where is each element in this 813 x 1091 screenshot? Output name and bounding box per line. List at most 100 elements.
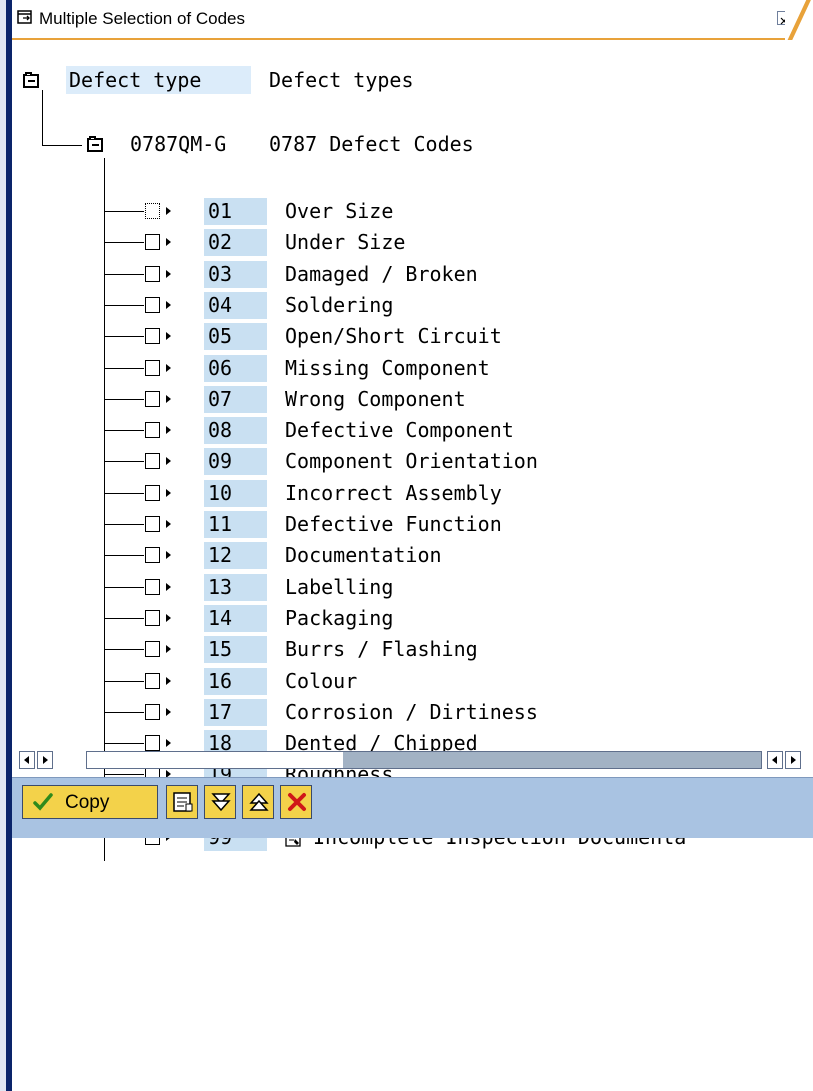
- tree-row[interactable]: 03 Damaged / Broken: [12, 259, 813, 290]
- row-code[interactable]: 16: [204, 667, 267, 695]
- group-node-key[interactable]: 0787QM-G: [130, 130, 226, 158]
- title-bar: Multiple Selection of Codes: [12, 0, 813, 40]
- expand-arrow-icon[interactable]: [166, 394, 171, 403]
- expand-arrow-icon[interactable]: [166, 363, 171, 372]
- tree-row[interactable]: 09 Component Orientation: [12, 446, 813, 477]
- row-description-text: Labelling: [285, 574, 394, 599]
- horizontal-scrollbar[interactable]: [12, 750, 813, 771]
- expand-arrow-icon[interactable]: [166, 676, 171, 685]
- row-checkbox[interactable]: [145, 641, 160, 658]
- tree-row[interactable]: 05 Open/Short Circuit: [12, 321, 813, 352]
- tree-row[interactable]: 10 Incorrect Assembly: [12, 478, 813, 509]
- tree-row[interactable]: 06 Missing Component: [12, 353, 813, 384]
- tree-row[interactable]: 15 Burrs / Flashing: [12, 634, 813, 665]
- row-description: Burrs / Flashing: [285, 636, 478, 663]
- expand-arrow-icon[interactable]: [166, 238, 171, 247]
- tree-row[interactable]: 02 Under Size: [12, 227, 813, 258]
- tree-row[interactable]: 04 Soldering: [12, 290, 813, 321]
- tree-row[interactable]: 07 Wrong Component: [12, 384, 813, 415]
- row-checkbox[interactable]: [145, 578, 160, 595]
- expand-arrow-icon[interactable]: [166, 332, 171, 341]
- scroll-left-button[interactable]: [19, 751, 35, 769]
- expand-arrow-icon[interactable]: [166, 488, 171, 497]
- expand-arrow-icon[interactable]: [166, 613, 171, 622]
- copy-button-label: Copy: [65, 792, 110, 813]
- row-description: Soldering: [285, 292, 393, 319]
- row-code[interactable]: 15: [204, 636, 267, 664]
- row-checkbox[interactable]: [145, 547, 160, 564]
- tree-row[interactable]: 12 Documentation: [12, 540, 813, 571]
- row-description: Corrosion / Dirtiness: [285, 699, 538, 726]
- row-checkbox[interactable]: [145, 609, 160, 626]
- row-checkbox[interactable]: [145, 422, 160, 439]
- expand-arrow-icon[interactable]: [166, 551, 171, 560]
- scroll-left-button[interactable]: [767, 751, 783, 769]
- cancel-button[interactable]: [280, 785, 312, 819]
- window-icon: [17, 10, 32, 24]
- row-code[interactable]: 02: [204, 229, 267, 257]
- select-all-button[interactable]: [166, 785, 198, 819]
- row-checkbox[interactable]: [145, 735, 160, 752]
- row-code[interactable]: 03: [204, 260, 267, 288]
- tree-row[interactable]: 11 Defective Function: [12, 509, 813, 540]
- row-code[interactable]: 13: [204, 573, 267, 601]
- tree-row[interactable]: 13 Labelling: [12, 572, 813, 603]
- folder-open-icon[interactable]: [23, 72, 39, 88]
- tree-row[interactable]: 08 Defective Component: [12, 415, 813, 446]
- row-code[interactable]: 14: [204, 604, 267, 632]
- row-code[interactable]: 11: [204, 511, 267, 538]
- row-code[interactable]: 01: [204, 198, 267, 225]
- expand-arrow-icon[interactable]: [166, 739, 171, 748]
- row-checkbox[interactable]: [145, 203, 160, 219]
- tree-row[interactable]: 16 Colour: [12, 666, 813, 697]
- row-checkbox[interactable]: [145, 703, 160, 720]
- tree-row[interactable]: 14 Packaging: [12, 603, 813, 634]
- row-description-text: Under Size: [285, 230, 406, 255]
- tree-row[interactable]: 17 Corrosion / Dirtiness: [12, 697, 813, 728]
- row-checkbox[interactable]: [145, 672, 160, 689]
- expand-arrow-icon[interactable]: [166, 582, 171, 591]
- row-code[interactable]: 06: [204, 354, 267, 382]
- expand-arrow-icon[interactable]: [166, 520, 171, 528]
- expand-arrow-icon[interactable]: [166, 645, 171, 654]
- expand-arrow-icon[interactable]: [166, 426, 171, 435]
- collapse-all-button[interactable]: [242, 785, 274, 819]
- tree-row[interactable]: 01 Over Size: [12, 196, 813, 227]
- scroll-right-button[interactable]: [37, 751, 53, 769]
- row-code[interactable]: 10: [204, 479, 267, 507]
- row-code[interactable]: 05: [204, 323, 267, 351]
- row-description-text: Defective Component: [285, 418, 514, 443]
- scroll-thumb[interactable]: [343, 752, 761, 768]
- row-checkbox[interactable]: [145, 328, 160, 345]
- expand-arrow-icon[interactable]: [166, 707, 171, 716]
- row-code[interactable]: 07: [204, 385, 267, 413]
- row-checkbox[interactable]: [145, 516, 160, 532]
- row-code[interactable]: 12: [204, 542, 267, 570]
- expand-arrow-icon[interactable]: [166, 300, 171, 309]
- scroll-track[interactable]: [86, 751, 762, 769]
- row-checkbox[interactable]: [145, 453, 160, 470]
- row-checkbox[interactable]: [145, 390, 160, 407]
- row-checkbox[interactable]: [145, 296, 160, 313]
- root-node-key[interactable]: Defect type: [66, 66, 251, 94]
- expand-arrow-icon[interactable]: [166, 207, 171, 215]
- row-description: Over Size: [285, 198, 393, 225]
- folder-open-icon[interactable]: [87, 136, 103, 152]
- scroll-right-button[interactable]: [785, 751, 801, 769]
- arrow-right-icon: [791, 756, 796, 764]
- row-code[interactable]: 09: [204, 448, 267, 476]
- row-description: Incorrect Assembly: [285, 480, 502, 507]
- expand-all-button[interactable]: [204, 785, 236, 819]
- expand-arrow-icon[interactable]: [166, 457, 171, 466]
- row-code[interactable]: 17: [204, 698, 267, 726]
- row-code[interactable]: 08: [204, 417, 267, 445]
- row-code[interactable]: 04: [204, 291, 267, 319]
- row-checkbox[interactable]: [145, 484, 160, 501]
- row-checkbox[interactable]: [145, 265, 160, 282]
- row-description: Documentation: [285, 542, 442, 569]
- row-checkbox[interactable]: [145, 234, 160, 251]
- row-checkbox[interactable]: [145, 359, 160, 376]
- row-description-text: Wrong Component: [285, 386, 466, 411]
- expand-arrow-icon[interactable]: [166, 269, 171, 278]
- copy-button[interactable]: Copy: [22, 785, 158, 819]
